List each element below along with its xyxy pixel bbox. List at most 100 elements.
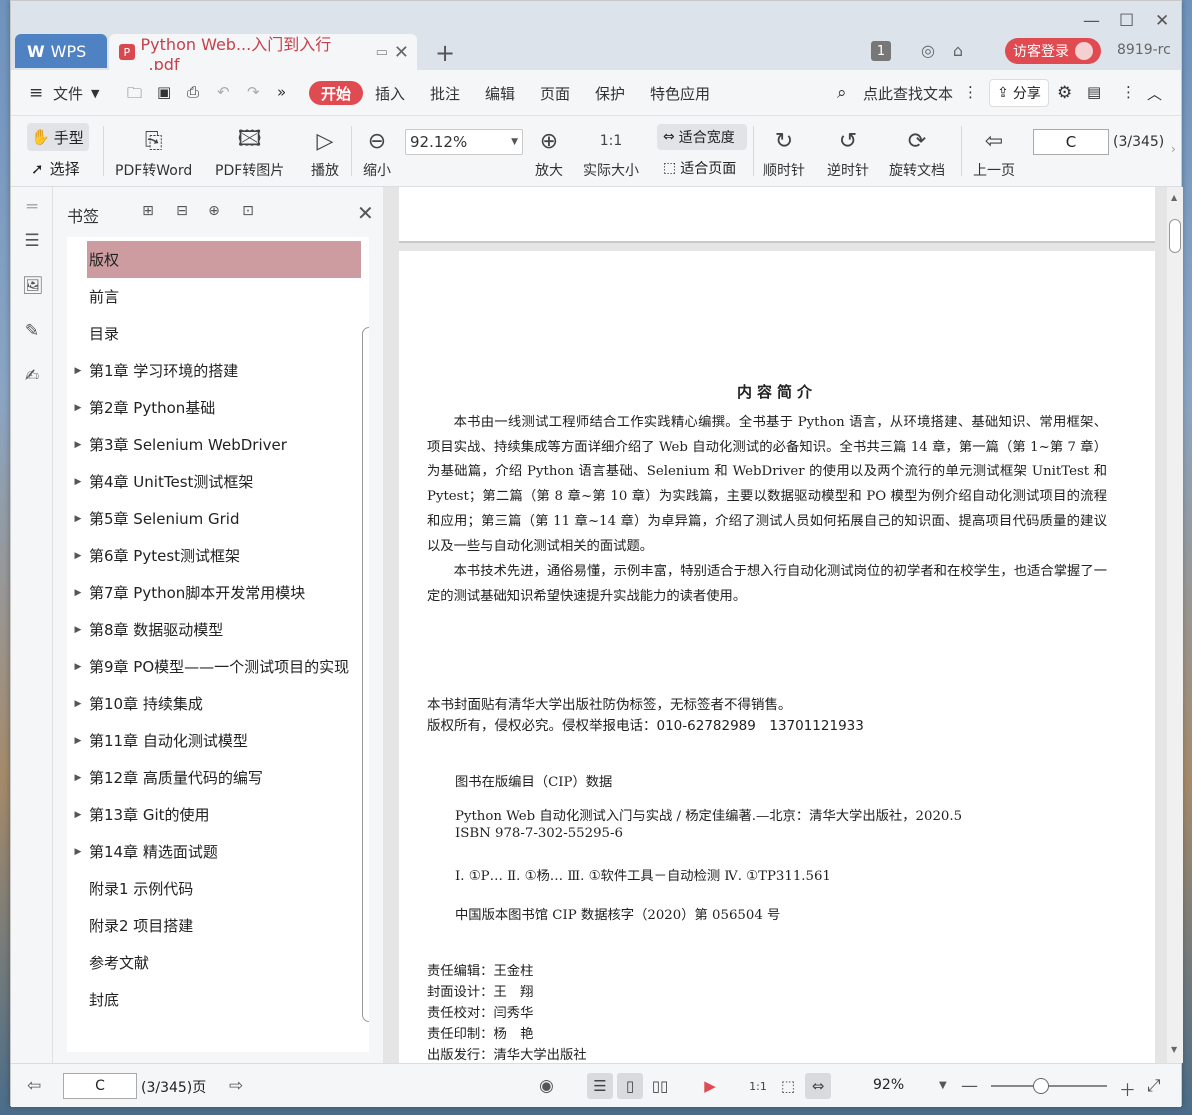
scroll-down-icon[interactable]: ▼ [1171, 1045, 1177, 1054]
bookmark-item[interactable]: ▶ 第11章 自动化测试模型 [67, 722, 361, 759]
search-text[interactable]: 点此查找文本 [863, 83, 953, 104]
bookmark-item[interactable]: 目录 [67, 315, 361, 352]
bookmark-item[interactable]: ▶ 第12章 高质量代码的编写 [67, 759, 361, 796]
bookmark-item[interactable]: ▶ 第1章 学习环境的搭建 [67, 352, 361, 389]
annotation-icon[interactable]: ✎ [22, 321, 42, 341]
menu-protect[interactable]: 保护 [595, 83, 625, 104]
bookmark-icon[interactable]: ⊡ [239, 203, 257, 221]
more-icon[interactable]: » [277, 83, 286, 101]
bookmark-item[interactable]: 版权 [87, 241, 361, 278]
fullscreen-icon[interactable]: ⤢ [1147, 1076, 1161, 1096]
arrow-right-icon[interactable]: ⇨ [229, 1076, 243, 1096]
zoom-in-icon[interactable]: ＋ [1119, 1076, 1136, 1101]
close-window-icon[interactable]: ✕ [1155, 11, 1169, 31]
drag-handle-icon[interactable]: ═ [22, 197, 42, 217]
bookmark-scrollbar[interactable] [361, 237, 369, 1052]
expand-arrow-icon[interactable]: ▶ [67, 403, 89, 413]
window-count-badge[interactable]: 1 [871, 41, 891, 61]
bookmark-item[interactable]: ▶ 第2章 Python基础 [67, 389, 361, 426]
expand-arrow-icon[interactable]: ▶ [67, 588, 89, 598]
hamburger-icon[interactable]: ≡ [29, 83, 43, 103]
rotate-counterclockwise-button[interactable]: ↺ 逆时针 [827, 124, 869, 180]
fit-page-icon[interactable]: ⬚ [775, 1073, 801, 1099]
zoom-out-icon[interactable]: — [961, 1076, 978, 1096]
chevron-right-icon[interactable]: › [1171, 142, 1176, 156]
outline-icon[interactable]: ☰ [22, 231, 42, 251]
save-icon[interactable]: ▣ [157, 83, 171, 101]
actual-size-icon[interactable]: 1:1 [745, 1073, 771, 1099]
more-vertical-icon[interactable]: ⋮ [963, 83, 978, 101]
expand-all-icon[interactable]: ⊞ [139, 203, 157, 221]
chevron-down-icon[interactable]: ▼ [91, 87, 99, 100]
select-tool-button[interactable]: ➚ 选择 [31, 158, 80, 179]
expand-arrow-icon[interactable]: ▶ [67, 699, 89, 709]
undo-icon[interactable]: ↶ [217, 83, 230, 101]
bookmark-item[interactable]: 附录1 示例代码 [67, 870, 361, 907]
add-bookmark-icon[interactable]: ⊕ [205, 203, 223, 221]
menu-start[interactable]: 开始 [309, 81, 363, 105]
page-number-input[interactable]: C [1033, 129, 1109, 155]
search-icon[interactable]: ⌕ [837, 83, 847, 103]
skin-icon[interactable]: ◎ [919, 41, 937, 60]
thumbnail-icon[interactable]: 🖼 [22, 276, 44, 296]
tab-document[interactable]: P Python Web...入门到入行_.pdf ▭ ✕ [109, 34, 417, 74]
previous-page-button[interactable]: ⇦ 上一页 [973, 124, 1015, 180]
status-page-input[interactable]: C [63, 1073, 137, 1099]
scroll-up-icon[interactable]: ▲ [1171, 193, 1177, 202]
bookmark-item[interactable]: ▶ 第7章 Python脚本开发常用模块 [67, 574, 361, 611]
rotate-document-button[interactable]: ⟳ 旋转文档 [889, 124, 945, 180]
document-scrollbar[interactable]: ▲ ▼ [1167, 187, 1183, 1063]
expand-arrow-icon[interactable]: ▶ [67, 477, 89, 487]
zoom-select[interactable]: 92.12% ▼ [405, 129, 523, 155]
scrollbar-thumb[interactable] [362, 327, 369, 1022]
screen-icon[interactable]: ▭ [376, 45, 388, 60]
play-slideshow-icon[interactable]: ▶ [697, 1073, 723, 1099]
scrollbar-thumb[interactable] [1169, 219, 1181, 253]
redo-icon[interactable]: ↷ [247, 83, 260, 101]
expand-arrow-icon[interactable]: ▶ [67, 810, 89, 820]
expand-arrow-icon[interactable]: ▶ [67, 662, 89, 672]
document-view[interactable]: 内容简介 本书由一线测试工程师结合工作实践精心编撰。全书基于 Python 语言… [383, 187, 1167, 1063]
play-button[interactable]: ▷ 播放 [311, 124, 339, 180]
expand-arrow-icon[interactable]: ▶ [67, 847, 89, 857]
share-button[interactable]: ⇪ 分享 [989, 79, 1049, 107]
close-panel-icon[interactable]: ✕ [357, 201, 374, 225]
pdf-to-word-button[interactable]: ⎘ PDF转Word [115, 124, 192, 180]
expand-arrow-icon[interactable]: ▶ [67, 440, 89, 450]
menu-edit[interactable]: 编辑 [485, 83, 515, 104]
collapse-ribbon-icon[interactable]: ︿ [1147, 83, 1162, 104]
expand-arrow-icon[interactable]: ▶ [67, 625, 89, 635]
zoom-in-button[interactable]: ⊕ 放大 [535, 124, 563, 180]
expand-arrow-icon[interactable]: ▶ [67, 514, 89, 524]
tab-wps-home[interactable]: W WPS [15, 34, 107, 68]
menu-features[interactable]: 特色应用 [650, 83, 710, 104]
expand-arrow-icon[interactable]: ▶ [67, 773, 89, 783]
menu-file[interactable]: 文件 [53, 83, 83, 104]
actual-size-button[interactable]: 1:1 实际大小 [583, 124, 639, 180]
menu-insert[interactable]: 插入 [375, 83, 405, 104]
shirt-icon[interactable]: ⌂ [949, 41, 967, 60]
bookmark-item[interactable]: 前言 [67, 278, 361, 315]
zoom-out-button[interactable]: ⊖ 缩小 [363, 124, 391, 180]
bookmark-item[interactable]: 附录2 项目搭建 [67, 907, 361, 944]
open-folder-icon[interactable]: 🗀 [127, 83, 142, 108]
chevron-down-icon[interactable]: ▼ [939, 1080, 947, 1091]
bookmark-item[interactable]: ▶ 第4章 UnitTest测试框架 [67, 463, 361, 500]
bookmark-item[interactable]: 参考文献 [67, 944, 361, 981]
bookmark-item[interactable]: ▶ 第9章 PO模型——一个测试项目的实现 [67, 648, 361, 685]
print-icon[interactable]: ⎙ [187, 83, 199, 101]
rotate-clockwise-button[interactable]: ↻ 顺时针 [763, 124, 805, 180]
fit-page-button[interactable]: ⬚ 适合页面 [657, 158, 736, 178]
bookmark-item[interactable]: ▶ 第13章 Git的使用 [67, 796, 361, 833]
hand-tool-button[interactable]: ✋ 手型 [27, 123, 89, 151]
fit-width-icon[interactable]: ⇔ [805, 1073, 831, 1099]
pdf-to-image-button[interactable]: 🖾 PDF转图片 [215, 124, 284, 180]
maximize-icon[interactable]: ☐ [1119, 11, 1134, 31]
bookmark-item[interactable]: 封底 [67, 981, 361, 1018]
minimize-icon[interactable]: — [1083, 11, 1100, 31]
signature-icon[interactable]: ✍ [22, 366, 42, 386]
menu-comment[interactable]: 批注 [430, 83, 460, 104]
zoom-slider-handle[interactable] [1033, 1078, 1049, 1094]
expand-arrow-icon[interactable]: ▶ [67, 736, 89, 746]
expand-arrow-icon[interactable]: ▶ [67, 366, 89, 376]
